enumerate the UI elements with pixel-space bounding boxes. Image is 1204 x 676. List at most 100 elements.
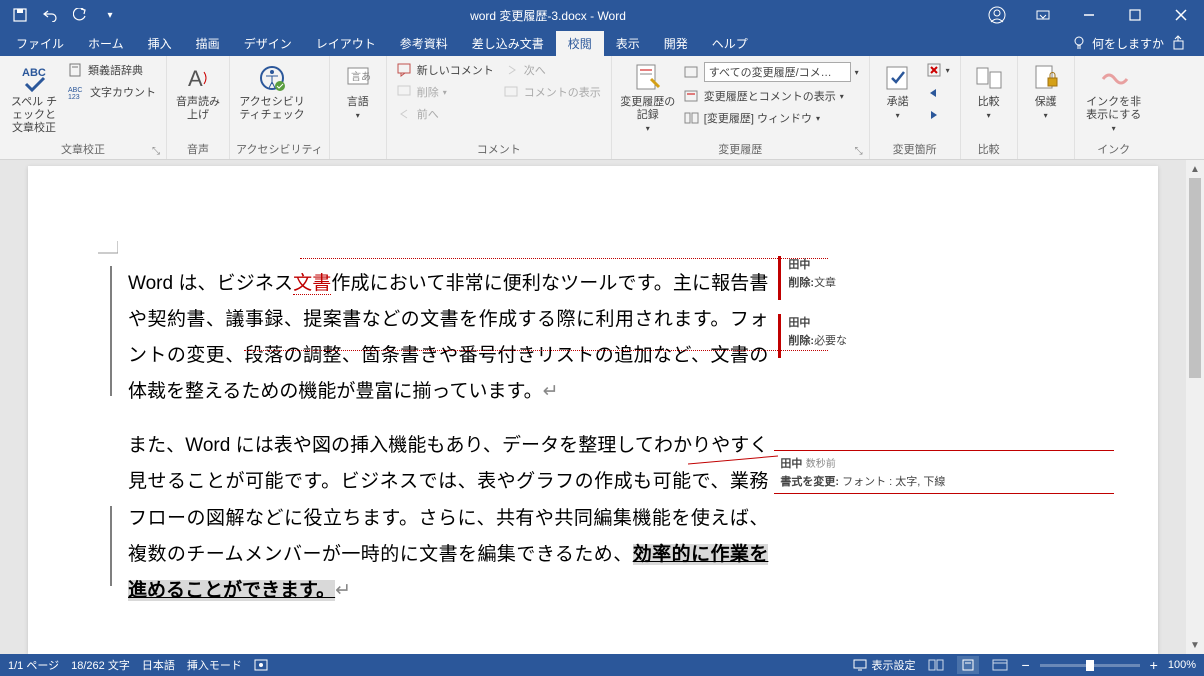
pilcrow-icon: ↵	[543, 381, 559, 402]
readaloud-button[interactable]: A 音声読み上げ	[173, 60, 223, 124]
prev-change-button[interactable]	[922, 84, 954, 102]
wordcount-button[interactable]: ABC123文字カウント	[64, 82, 160, 102]
minimize-button[interactable]	[1066, 0, 1112, 30]
revision-margin: 田中 削除:文章 田中 削除:必要な 田中 数秒前 書式を変更: フォント : …	[768, 266, 1098, 614]
track-changes-icon	[633, 62, 663, 94]
tab-layout[interactable]: レイアウト	[304, 31, 388, 56]
window-title: word 変更履歴-3.docx - Word	[122, 7, 974, 24]
reject-button[interactable]: ▾	[922, 60, 954, 80]
group-compare: 比較▾ 比較	[961, 56, 1018, 159]
group-protect: 保護▾	[1018, 56, 1075, 159]
redo-icon[interactable]	[68, 3, 92, 27]
group-comments: 新しいコメント 削除▾ 前へ 次へ コメントの表示 コメント	[387, 56, 612, 159]
status-lang[interactable]: 日本語	[142, 657, 175, 673]
svg-text:ABC: ABC	[68, 87, 82, 94]
zoom-slider[interactable]	[1040, 664, 1140, 667]
vertical-scrollbar[interactable]: ▲ ▼	[1186, 160, 1204, 654]
accept-icon	[884, 62, 912, 94]
revision-balloon-3[interactable]: 田中 数秒前 書式を変更: フォント : 太字, 下線	[774, 450, 1114, 494]
account-icon[interactable]	[974, 0, 1020, 30]
next-change-button[interactable]	[922, 106, 954, 124]
accept-button[interactable]: 承諾▾	[876, 60, 920, 123]
tracked-change-1[interactable]: 文書	[293, 273, 331, 295]
tab-insert[interactable]: 挿入	[136, 31, 184, 56]
group-changes: 承諾▾ ▾ 変更箇所	[870, 56, 961, 159]
scroll-down-icon[interactable]: ▼	[1186, 636, 1204, 654]
spelling-button[interactable]: ABC スペル チェックと文章校正	[6, 60, 62, 138]
scroll-up-icon[interactable]: ▲	[1186, 160, 1204, 178]
pilcrow-icon: ↵	[335, 580, 351, 601]
group-speech: A 音声読み上げ 音声	[167, 56, 230, 159]
zoom-in-button[interactable]: +	[1150, 657, 1158, 673]
share-icon[interactable]	[1172, 35, 1188, 51]
group-proofing: ABC スペル チェックと文章校正 類義語辞典 ABC123文字カウント 文章校…	[0, 56, 167, 159]
maximize-button[interactable]	[1112, 0, 1158, 30]
hide-ink-button[interactable]: インクを非表示にする▾	[1081, 60, 1147, 136]
svg-text:A: A	[188, 66, 203, 91]
display-icon	[684, 65, 700, 79]
spelling-icon: ABC	[18, 62, 50, 94]
group-tracking: 変更履歴の記録▾ すべての変更履歴/コメ…▾ 変更履歴とコメントの表示▾ [変更…	[612, 56, 870, 159]
qat-customize-icon[interactable]: ▾	[98, 3, 122, 27]
tab-design[interactable]: デザイン	[232, 31, 304, 56]
tab-draw[interactable]: 描画	[184, 31, 232, 56]
svg-text:ABC: ABC	[22, 67, 46, 79]
zoom-level[interactable]: 100%	[1168, 659, 1196, 671]
revision-balloon-1[interactable]: 田中 削除:文章	[788, 256, 836, 290]
prev-icon	[926, 86, 942, 100]
prev-comment-button[interactable]: 前へ	[393, 104, 498, 124]
status-mode[interactable]: 挿入モード	[187, 657, 242, 673]
next-comment-button[interactable]: 次へ	[500, 60, 605, 80]
status-words[interactable]: 18/262 文字	[71, 657, 130, 673]
scroll-thumb[interactable]	[1189, 178, 1201, 378]
tab-help[interactable]: ヘルプ	[700, 31, 760, 56]
tell-me-search[interactable]: 何をしますか	[1072, 35, 1164, 52]
ribbon: ABC スペル チェックと文章校正 類義語辞典 ABC123文字カウント 文章校…	[0, 56, 1204, 160]
group-accessibility: アクセシビリティチェック アクセシビリティ	[230, 56, 330, 159]
status-page[interactable]: 1/1 ページ	[8, 657, 59, 673]
tab-developer[interactable]: 開発	[652, 31, 700, 56]
launcher-icon[interactable]: ⤡	[855, 146, 863, 157]
new-comment-button[interactable]: 新しいコメント	[393, 60, 498, 80]
next-icon	[926, 108, 942, 122]
show-comments-button[interactable]: コメントの表示	[500, 82, 605, 102]
reviewing-pane-button[interactable]: [変更履歴] ウィンドウ▾	[680, 108, 863, 128]
delete-comment-button[interactable]: 削除▾	[393, 82, 498, 102]
view-read-icon[interactable]	[925, 656, 947, 674]
thesaurus-icon	[68, 62, 84, 78]
tab-mailings[interactable]: 差し込み文書	[460, 31, 556, 56]
launcher-icon[interactable]: ⤡	[152, 146, 160, 157]
paragraph-1[interactable]: Word は、ビジネス文書作成において非常に便利なツールです。主に報告書や契約書…	[128, 266, 768, 410]
view-print-icon[interactable]	[957, 656, 979, 674]
paragraph-2[interactable]: また、Word には表や図の挿入機能もあり、データを整理してわかりやすく見せるこ…	[128, 428, 768, 608]
revision-balloon-2[interactable]: 田中 削除:必要な	[788, 314, 847, 348]
tab-file[interactable]: ファイル	[4, 31, 76, 56]
display-for-review-dropdown[interactable]: すべての変更履歴/コメ…▾	[680, 60, 863, 84]
view-web-icon[interactable]	[989, 656, 1011, 674]
save-icon[interactable]	[8, 3, 32, 27]
ribbon-tabs: ファイル ホーム 挿入 描画 デザイン レイアウト 参考資料 差し込み文書 校閲…	[0, 30, 1204, 56]
ribbon-options-icon[interactable]	[1020, 0, 1066, 30]
track-changes-button[interactable]: 変更履歴の記録▾	[618, 60, 678, 136]
tell-me-label: 何をしますか	[1092, 35, 1164, 52]
display-settings[interactable]: 表示設定	[853, 657, 915, 673]
language-button[interactable]: 言あ 言語▾	[336, 60, 380, 123]
tab-references[interactable]: 参考資料	[388, 31, 460, 56]
compare-button[interactable]: 比較▾	[967, 60, 1011, 123]
tab-home[interactable]: ホーム	[76, 31, 136, 56]
ink-icon	[1099, 62, 1129, 94]
reject-icon	[926, 62, 942, 78]
undo-icon[interactable]	[38, 3, 62, 27]
page[interactable]: Word は、ビジネス文書作成において非常に便利なツールです。主に報告書や契約書…	[28, 166, 1158, 654]
zoom-out-button[interactable]: −	[1021, 657, 1029, 673]
accessibility-button[interactable]: アクセシビリティチェック	[236, 60, 308, 124]
thesaurus-button[interactable]: 類義語辞典	[64, 60, 160, 80]
macro-icon[interactable]	[254, 659, 268, 671]
title-bar: ▾ word 変更履歴-3.docx - Word	[0, 0, 1204, 30]
close-button[interactable]	[1158, 0, 1204, 30]
tab-review[interactable]: 校閲	[556, 31, 604, 56]
show-markup-button[interactable]: 変更履歴とコメントの表示▾	[680, 86, 863, 106]
tab-view[interactable]: 表示	[604, 31, 652, 56]
group-ink: インクを非表示にする▾ インク	[1075, 56, 1153, 159]
protect-button[interactable]: 保護▾	[1024, 60, 1068, 123]
